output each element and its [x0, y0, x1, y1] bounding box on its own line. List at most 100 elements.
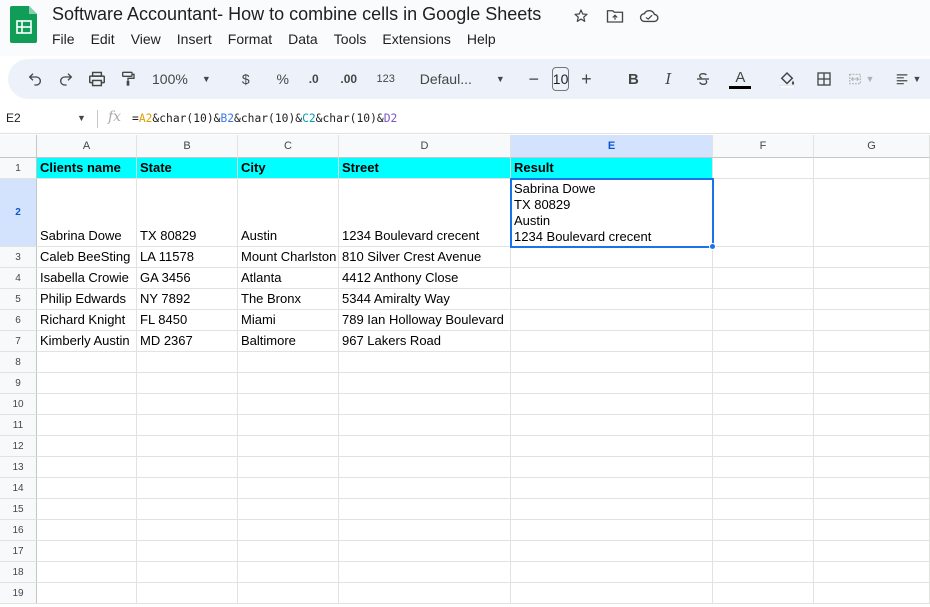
- cloud-status-icon[interactable]: [638, 5, 660, 27]
- cell-a9[interactable]: [37, 373, 137, 394]
- column-header-g[interactable]: G: [814, 135, 930, 158]
- cell-b2[interactable]: TX 80829: [137, 179, 238, 247]
- row-header-6[interactable]: 6: [0, 310, 37, 331]
- cell-g15[interactable]: [814, 499, 930, 520]
- cell-b9[interactable]: [137, 373, 238, 394]
- decrease-font-size-button[interactable]: −: [521, 65, 547, 93]
- cell-g14[interactable]: [814, 478, 930, 499]
- cell-e19[interactable]: [511, 583, 713, 604]
- cell-b7[interactable]: MD 2367: [137, 331, 238, 352]
- row-header-2[interactable]: 2: [0, 179, 37, 247]
- strikethrough-button[interactable]: [690, 65, 716, 93]
- decrease-decimal-button[interactable]: .0: [301, 65, 327, 93]
- borders-button[interactable]: [811, 65, 837, 93]
- cell-d8[interactable]: [339, 352, 511, 373]
- cell-f12[interactable]: [713, 436, 814, 457]
- cell-f6[interactable]: [713, 310, 814, 331]
- merge-cells-button[interactable]: ▼: [848, 65, 874, 93]
- cell-e1[interactable]: Result: [511, 158, 713, 179]
- cell-f4[interactable]: [713, 268, 814, 289]
- cell-f17[interactable]: [713, 541, 814, 562]
- cell-d9[interactable]: [339, 373, 511, 394]
- row-header-17[interactable]: 17: [0, 541, 37, 562]
- horizontal-align-button[interactable]: ▼: [895, 65, 921, 93]
- menu-view[interactable]: View: [123, 30, 169, 48]
- cell-d4[interactable]: 4412 Anthony Close: [339, 268, 511, 289]
- cell-b14[interactable]: [137, 478, 238, 499]
- menu-data[interactable]: Data: [280, 30, 326, 48]
- cell-a5[interactable]: Philip Edwards: [37, 289, 137, 310]
- chevron-down-icon[interactable]: ▼: [77, 113, 86, 123]
- cell-e14[interactable]: [511, 478, 713, 499]
- document-title[interactable]: Software Accountant- How to combine cell…: [52, 4, 541, 25]
- cell-a8[interactable]: [37, 352, 137, 373]
- cell-a15[interactable]: [37, 499, 137, 520]
- menu-insert[interactable]: Insert: [169, 30, 220, 48]
- cell-d11[interactable]: [339, 415, 511, 436]
- cell-b16[interactable]: [137, 520, 238, 541]
- column-header-c[interactable]: C: [238, 135, 339, 158]
- star-icon[interactable]: [570, 5, 592, 27]
- cell-c9[interactable]: [238, 373, 339, 394]
- cell-d13[interactable]: [339, 457, 511, 478]
- cell-b8[interactable]: [137, 352, 238, 373]
- cell-c2[interactable]: Austin: [238, 179, 339, 247]
- select-all-corner[interactable]: [0, 135, 37, 158]
- cell-d10[interactable]: [339, 394, 511, 415]
- cell-b5[interactable]: NY 7892: [137, 289, 238, 310]
- cell-f9[interactable]: [713, 373, 814, 394]
- row-header-16[interactable]: 16: [0, 520, 37, 541]
- cell-a11[interactable]: [37, 415, 137, 436]
- cell-a14[interactable]: [37, 478, 137, 499]
- row-header-8[interactable]: 8: [0, 352, 37, 373]
- cell-b17[interactable]: [137, 541, 238, 562]
- cell-a13[interactable]: [37, 457, 137, 478]
- currency-format-button[interactable]: $: [233, 65, 259, 93]
- cell-a17[interactable]: [37, 541, 137, 562]
- cell-c8[interactable]: [238, 352, 339, 373]
- cell-e12[interactable]: [511, 436, 713, 457]
- row-header-3[interactable]: 3: [0, 247, 37, 268]
- row-header-18[interactable]: 18: [0, 562, 37, 583]
- cell-e5[interactable]: [511, 289, 713, 310]
- cell-d6[interactable]: 789 Ian Holloway Boulevard: [339, 310, 511, 331]
- cell-g17[interactable]: [814, 541, 930, 562]
- menu-extensions[interactable]: Extensions: [374, 30, 458, 48]
- cell-c12[interactable]: [238, 436, 339, 457]
- cell-c13[interactable]: [238, 457, 339, 478]
- undo-button[interactable]: [22, 65, 48, 93]
- cell-a2[interactable]: Sabrina Dowe: [37, 179, 137, 247]
- cell-b11[interactable]: [137, 415, 238, 436]
- cell-a7[interactable]: Kimberly Austin: [37, 331, 137, 352]
- menu-help[interactable]: Help: [459, 30, 504, 48]
- name-box[interactable]: E2: [6, 111, 21, 125]
- cell-e16[interactable]: [511, 520, 713, 541]
- cell-b3[interactable]: LA 11578: [137, 247, 238, 268]
- cell-a18[interactable]: [37, 562, 137, 583]
- row-header-4[interactable]: 4: [0, 268, 37, 289]
- cell-c3[interactable]: Mount Charlston: [238, 247, 339, 268]
- cell-a4[interactable]: Isabella Crowie: [37, 268, 137, 289]
- cell-f10[interactable]: [713, 394, 814, 415]
- cell-e13[interactable]: [511, 457, 713, 478]
- redo-button[interactable]: [53, 65, 79, 93]
- cell-g13[interactable]: [814, 457, 930, 478]
- cell-b4[interactable]: GA 3456: [137, 268, 238, 289]
- cell-a3[interactable]: Caleb BeeSting: [37, 247, 137, 268]
- cell-f5[interactable]: [713, 289, 814, 310]
- row-header-12[interactable]: 12: [0, 436, 37, 457]
- cell-c6[interactable]: Miami: [238, 310, 339, 331]
- cell-g18[interactable]: [814, 562, 930, 583]
- cell-e3[interactable]: [511, 247, 713, 268]
- column-header-b[interactable]: B: [137, 135, 238, 158]
- cell-a16[interactable]: [37, 520, 137, 541]
- cell-g11[interactable]: [814, 415, 930, 436]
- column-header-f[interactable]: F: [713, 135, 814, 158]
- cell-f13[interactable]: [713, 457, 814, 478]
- cell-d16[interactable]: [339, 520, 511, 541]
- cell-c10[interactable]: [238, 394, 339, 415]
- cell-g7[interactable]: [814, 331, 930, 352]
- cell-c5[interactable]: The Bronx: [238, 289, 339, 310]
- cell-c14[interactable]: [238, 478, 339, 499]
- cell-b19[interactable]: [137, 583, 238, 604]
